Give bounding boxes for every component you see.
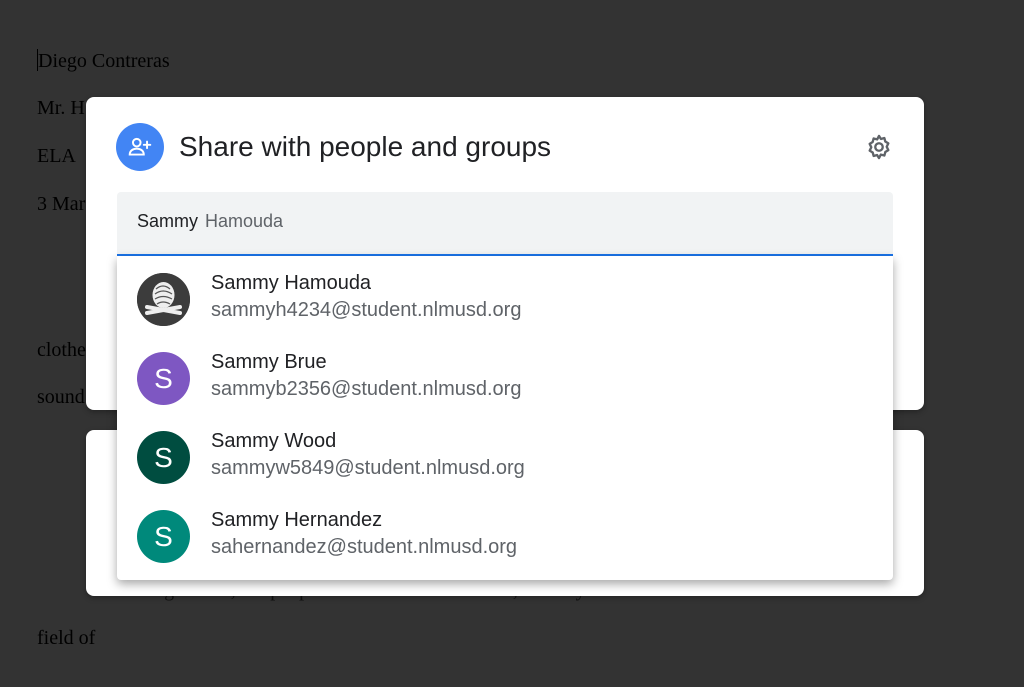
suggestion-email: sammyb2356@student.nlmusd.org xyxy=(211,378,522,400)
avatar xyxy=(137,273,190,326)
suggestion-item[interactable]: Sammy Hamouda sammyh4234@student.nlmusd.… xyxy=(117,256,893,335)
avatar: S xyxy=(137,431,190,484)
suggestion-name: Sammy Wood xyxy=(211,430,337,452)
suggestion-item[interactable]: S Sammy Brue sammyb2356@student.nlmusd.o… xyxy=(117,335,893,414)
doc-line-name: Diego Contreras xyxy=(37,49,170,72)
person-add-icon xyxy=(116,123,164,171)
doc-line-class: ELA xyxy=(37,145,76,167)
suggestion-email: sammyh4234@student.nlmusd.org xyxy=(211,299,522,321)
suggestion-email: sahernandez@student.nlmusd.org xyxy=(211,536,518,558)
suggestion-name: Sammy Hamouda xyxy=(211,272,372,294)
suggestion-item[interactable]: S Sammy Hernandez sahernandez@student.nl… xyxy=(117,493,893,572)
suggestion-email: sammyw5849@student.nlmusd.org xyxy=(211,457,525,479)
suggestion-name: Sammy Brue xyxy=(211,351,327,373)
gear-icon[interactable] xyxy=(864,132,894,162)
doc-line-body-1: clothe xyxy=(37,339,86,361)
add-people-input[interactable]: Sammy Hamouda xyxy=(117,192,893,256)
input-typed-text: Sammy xyxy=(137,211,199,231)
suggestion-item[interactable]: S Sammy Wood sammyw5849@student.nlmusd.o… xyxy=(117,414,893,493)
doc-line-teacher: Mr. H xyxy=(37,97,85,119)
suggestions-dropdown: Sammy Hamouda sammyh4234@student.nlmusd.… xyxy=(117,256,893,580)
input-autocomplete-hint: Hamouda xyxy=(205,211,284,231)
doc-line-body-2: sound xyxy=(37,386,85,408)
doc-line-date: 3 Mar xyxy=(37,193,86,215)
avatar: S xyxy=(137,510,190,563)
avatar: S xyxy=(137,352,190,405)
suggestion-name: Sammy Hernandez xyxy=(211,509,383,531)
doc-line-body-3: field of xyxy=(37,627,96,649)
dialog-title: Share with people and groups xyxy=(179,131,552,162)
